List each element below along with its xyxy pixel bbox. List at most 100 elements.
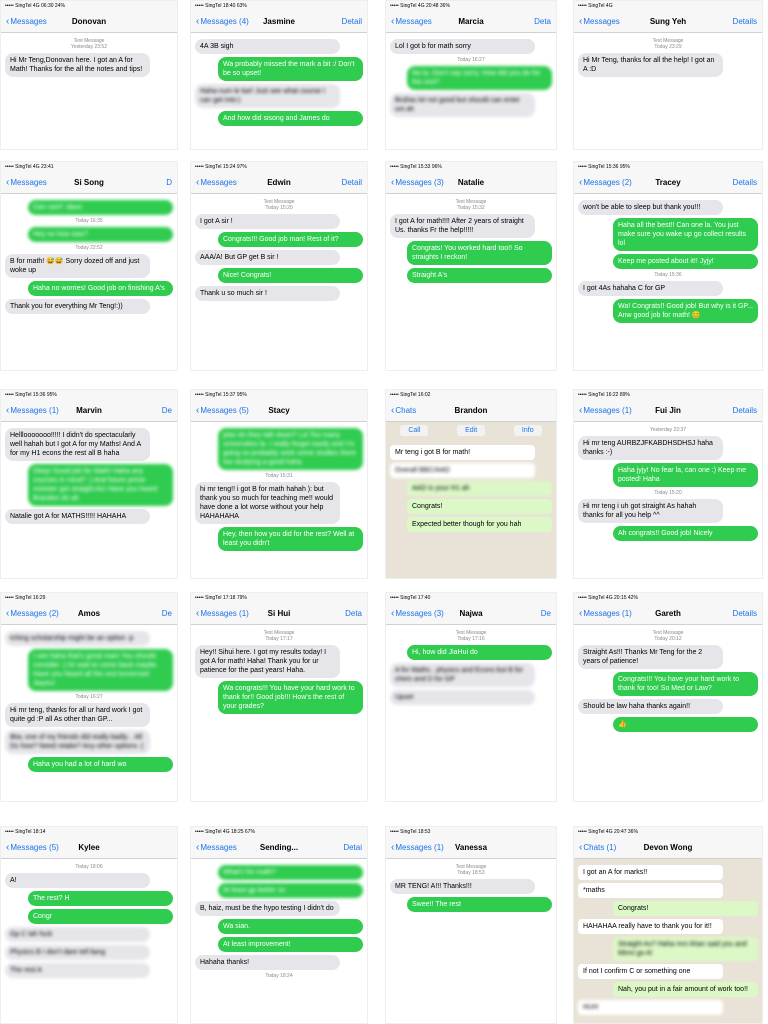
details-button[interactable]: Detai — [343, 843, 362, 852]
sent-message: The rest? H — [28, 891, 173, 906]
message-thread: Helllooooooo!!!!! I didn't do spectacula… — [1, 422, 177, 530]
contact-action-button[interactable]: Info — [513, 425, 542, 436]
details-button[interactable]: Details — [733, 17, 757, 26]
chat-screenshot: ••••• SingTel 18:14 ‹ Messages (5) Kylee Tod… — [0, 826, 178, 1024]
back-button[interactable]: ‹ Messages (2) — [6, 608, 59, 619]
details-button[interactable]: Deta — [345, 609, 362, 618]
sent-message: 👍 — [613, 717, 758, 732]
timestamp: Text Message Today 15:20 — [263, 199, 295, 211]
back-button[interactable]: ‹ Messages — [6, 16, 47, 27]
nav-bar: ‹ Messages Si Song D — [1, 171, 177, 194]
sent-message: Wa sian. — [218, 919, 363, 934]
back-button[interactable]: ‹ Messages (3) — [391, 177, 444, 188]
timestamp: Today 16:27 — [75, 694, 103, 700]
chat-screenshot: ••••• SingTel 4G 18:25 67% ‹ Messages Sendi… — [190, 826, 368, 1024]
message-thread: Today 18:06 A! The rest? H Congr Gp C lah fu… — [1, 859, 177, 984]
chevron-left-icon: ‹ — [579, 841, 583, 853]
received-message: tching scholarship might be an option :p — [5, 631, 150, 646]
back-button[interactable]: ‹ Messages (4) — [196, 16, 249, 27]
chat-screenshot: ••••• SingTel 4G 23:41 ‹ Messages Si Song D C… — [0, 161, 178, 371]
timestamp: Today 16:35 — [75, 218, 103, 224]
back-button[interactable]: ‹ Messages — [196, 177, 237, 188]
details-button[interactable]: Deta — [534, 17, 551, 26]
chat-screenshot: ••••• SingTel 4G 20:47 36% ‹ Chats (1) Devo… — [573, 826, 763, 1024]
screenshot-collage: ••••• SingTel 4G 06:30 24% ‹ Messages Donov… — [0, 0, 768, 1024]
contact-actions: Call Edit Info — [386, 422, 556, 439]
timestamp: Today 15:36 — [654, 272, 682, 278]
received-message: Gp C lah fuck — [5, 927, 150, 942]
message-thread: Text Message Today 15:32 I got A for math… — [386, 194, 556, 289]
nav-bar: ‹ Messages (2) Tracey Details — [574, 171, 762, 194]
nav-bar: ‹ Messages (2) Amos De — [1, 602, 177, 625]
contact-action-button[interactable]: Call — [400, 425, 429, 436]
back-button[interactable]: ‹ Messages (2) — [579, 177, 632, 188]
details-button[interactable]: Details — [733, 609, 757, 618]
received-message: Hi mr teng i uh got straight As hahah th… — [578, 499, 723, 523]
message-thread: Text Message Today 15:20 I got A sir ! Con… — [191, 194, 367, 307]
received-message: B, haiz, must be the hypo testing I didn… — [195, 901, 340, 916]
back-button[interactable]: ‹ Messages (5) — [6, 842, 59, 853]
back-button[interactable]: ‹ Messages (1) — [579, 608, 632, 619]
back-label: Messages (2) — [583, 177, 632, 187]
back-button[interactable]: ‹ Chats (1) — [579, 842, 616, 853]
chevron-left-icon: ‹ — [6, 841, 10, 853]
chevron-left-icon: ‹ — [391, 607, 395, 619]
received-message: 4A 3B sigh — [195, 39, 340, 54]
received-message: Hahaha thanks! — [195, 955, 340, 970]
sent-message: Congrats! — [407, 499, 552, 514]
details-button[interactable]: De — [541, 609, 551, 618]
chevron-left-icon: ‹ — [196, 404, 200, 416]
chevron-left-icon: ‹ — [391, 841, 395, 853]
nav-bar: ‹ Chats (1) Devon Wong — [574, 836, 762, 859]
message-thread: Text Message Today 17:16 Hi, how did JiaH… — [386, 625, 556, 711]
back-button[interactable]: ‹ Messages (1) — [579, 405, 632, 416]
sent-message: Ah congrats!! Good job! Nicely — [613, 526, 758, 541]
chevron-left-icon: ‹ — [196, 841, 200, 853]
chat-screenshot: ••••• SingTel 4G 20:15 42% ‹ Messages (1) G… — [573, 592, 763, 802]
details-button[interactable]: De — [162, 406, 172, 415]
back-button[interactable]: ‹ Messages — [391, 16, 432, 27]
back-button[interactable]: ‹ Messages (3) — [391, 608, 444, 619]
nav-bar: ‹ Messages Donovan — [1, 10, 177, 33]
chevron-left-icon: ‹ — [6, 15, 10, 27]
timestamp: Text Message Today 23:29 — [652, 38, 684, 50]
details-button[interactable]: De — [162, 609, 172, 618]
back-label: Chats — [395, 405, 417, 415]
details-button[interactable]: Detail — [342, 178, 362, 187]
nav-bar: ‹ Messages (1) Gareth Details — [574, 602, 762, 625]
back-button[interactable]: ‹ Messages — [6, 177, 47, 188]
back-button[interactable]: ‹ Messages (1) — [391, 842, 444, 853]
message-thread: Text Message Today 23:29 Hi Mr Teng, than… — [574, 33, 762, 83]
back-button[interactable]: ‹ Messages — [579, 16, 620, 27]
chevron-left-icon: ‹ — [391, 15, 395, 27]
back-button[interactable]: ‹ Messages (1) — [6, 405, 59, 416]
back-button[interactable]: ‹ Messages — [196, 842, 237, 853]
back-label: Messages (1) — [583, 608, 632, 618]
status-bar: ••••• SingTel 15:33 96% — [386, 162, 556, 171]
message-thread: I got an A for marks!! *maths Congrats! HAH… — [574, 859, 762, 1023]
timestamp: Yesterday 22:37 — [650, 427, 686, 433]
sent-message: Nah, you put in a fair amount of work to… — [613, 982, 758, 997]
contact-action-button[interactable]: Edit — [457, 425, 486, 436]
back-label: Messages (1) — [583, 405, 632, 415]
sent-message: Can can!! :daus — [28, 200, 173, 215]
back-label: Messages (5) — [200, 405, 249, 415]
details-button[interactable]: Details — [733, 406, 757, 415]
chat-screenshot: ••••• SingTel 17:18 79% ‹ Messages (1) Si H… — [190, 592, 368, 802]
sent-message: Congrats! — [613, 901, 758, 916]
chevron-left-icon: ‹ — [579, 176, 583, 188]
received-message: Haha num le ba!! Just see what course I … — [195, 84, 340, 108]
timestamp: Text Message Today 18:53 — [455, 864, 487, 876]
back-label: Messages (1) — [10, 405, 59, 415]
back-button[interactable]: ‹ Messages (1) — [196, 608, 249, 619]
received-message: Hey!! Sihui here. I got my results today… — [195, 645, 340, 678]
back-button[interactable]: ‹ Messages (5) — [196, 405, 249, 416]
details-button[interactable]: D — [166, 178, 172, 187]
details-button[interactable]: Detail — [342, 17, 362, 26]
sent-message: No la. Don't say sorry. How did you do f… — [407, 66, 552, 90]
details-button[interactable]: Details — [733, 178, 757, 187]
received-message: Hi Mr Teng,Donovan here. I got an A for … — [5, 53, 150, 77]
sent-message: plan do they talk down? Lol Too many uni… — [218, 428, 363, 470]
back-button[interactable]: ‹ Chats — [391, 405, 416, 416]
chat-screenshot: ••••• SingTel 16:22 89% ‹ Messages (1) Fui … — [573, 389, 763, 579]
